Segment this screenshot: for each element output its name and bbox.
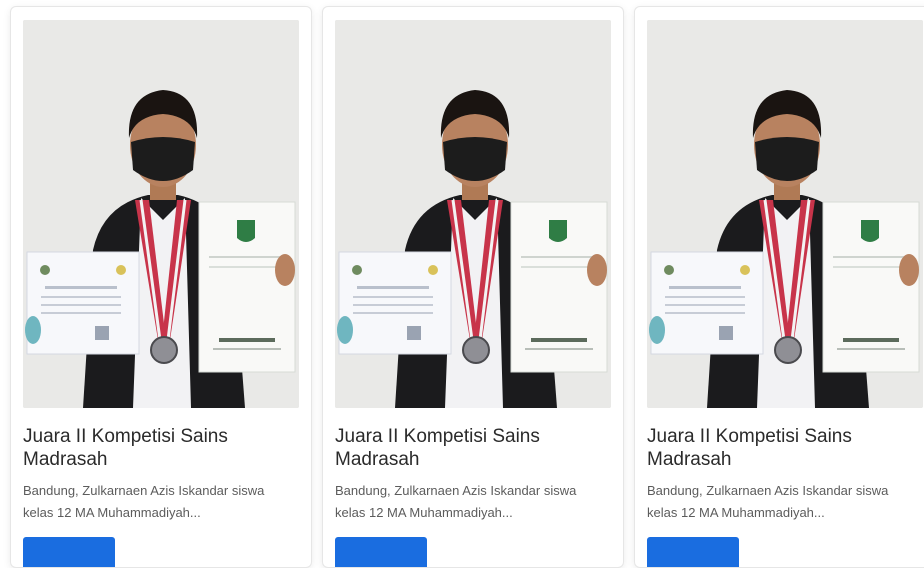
card-title[interactable]: Juara II Kompetisi Sains Madrasah [23, 425, 293, 471]
card-description: Bandung, Zulkarnaen Azis Iskandar siswa … [647, 483, 889, 520]
read-more-button[interactable] [335, 537, 427, 567]
card-description: Bandung, Zulkarnaen Azis Iskandar siswa … [335, 483, 577, 520]
card-title[interactable]: Juara II Kompetisi Sains Madrasah [647, 425, 917, 471]
student-photo [335, 20, 611, 408]
card-photo[interactable] [647, 20, 923, 408]
card-title[interactable]: Juara II Kompetisi Sains Madrasah [335, 425, 605, 471]
card-photo[interactable] [335, 20, 611, 408]
news-card[interactable]: Juara II Kompetisi Sains Madrasah Bandun… [322, 6, 624, 568]
news-card[interactable]: Juara II Kompetisi Sains Madrasah Bandun… [634, 6, 924, 568]
news-card[interactable]: Juara II Kompetisi Sains Madrasah Bandun… [10, 6, 312, 568]
read-more-button[interactable] [647, 537, 739, 567]
student-photo [23, 20, 299, 408]
news-card-grid: Juara II Kompetisi Sains Madrasah Bandun… [0, 0, 924, 568]
read-more-button[interactable] [23, 537, 115, 567]
student-photo [647, 20, 923, 408]
card-photo[interactable] [23, 20, 299, 408]
card-description: Bandung, Zulkarnaen Azis Iskandar siswa … [23, 483, 265, 520]
